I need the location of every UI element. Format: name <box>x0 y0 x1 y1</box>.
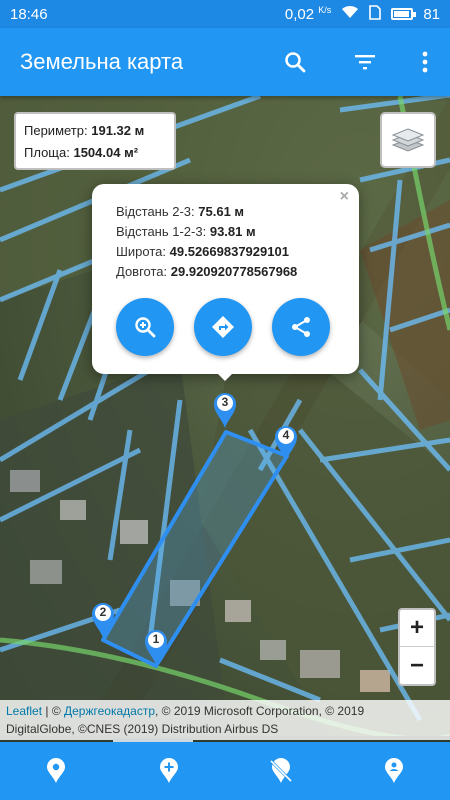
share-icon <box>292 317 310 337</box>
nav-location-off[interactable] <box>225 742 338 800</box>
battery-level: 81 <box>423 5 440 23</box>
vertex-popup: × Відстань 2-3: 75.61 м Відстань 1-2-3: … <box>92 184 359 374</box>
zoom-to-point-button[interactable] <box>116 298 174 356</box>
vertex-marker-4[interactable]: 4 <box>274 424 298 462</box>
app-bar: Земельна карта <box>0 28 450 96</box>
longitude: Довгота: 29.920920778567968 <box>116 264 298 279</box>
battery-icon <box>391 8 417 20</box>
leaflet-link[interactable]: Leaflet <box>6 704 42 718</box>
vertex-marker-3[interactable]: 3 <box>213 391 237 429</box>
share-button[interactable] <box>272 298 330 356</box>
zoom-in-button[interactable]: + <box>400 610 434 647</box>
status-bar: 18:46 0,02 K/s 81 <box>0 0 450 28</box>
more-vert-icon <box>422 51 428 73</box>
bottom-navigation <box>0 742 450 800</box>
provider-link[interactable]: Держгеокадастр <box>64 704 155 718</box>
layers-icon <box>391 128 425 152</box>
zoom-in-icon <box>135 317 156 338</box>
perimeter-row: Периметр: 191.32 м <box>24 123 145 138</box>
place-icon <box>47 758 66 783</box>
wifi-icon <box>341 5 359 23</box>
zoom-control: + − <box>398 608 436 686</box>
map-attribution: Leaflet | © Держгеокадастр, © 2019 Micro… <box>0 700 450 740</box>
filter-icon <box>355 55 375 70</box>
popup-tip <box>215 371 235 381</box>
add-location-icon <box>159 758 178 783</box>
vertex-marker-1[interactable]: 1 <box>144 628 168 666</box>
zoom-out-button[interactable]: − <box>400 647 434 684</box>
location-off-icon <box>270 758 293 783</box>
search-button[interactable] <box>260 28 330 96</box>
vertex-marker-2[interactable]: 2 <box>91 601 115 639</box>
nav-place[interactable] <box>0 742 113 800</box>
sim-icon <box>369 4 382 24</box>
filter-button[interactable] <box>330 28 400 96</box>
person-pin-icon <box>384 758 403 783</box>
more-options-button[interactable] <box>400 28 450 96</box>
nav-add-location[interactable] <box>113 742 226 800</box>
directions-icon <box>212 316 234 338</box>
network-speed: 0,02 K/s <box>284 5 332 23</box>
layers-button[interactable] <box>380 112 436 168</box>
area-row: Площа: 1504.04 м² <box>24 145 139 160</box>
distance-2-3: Відстань 2-3: 75.61 м <box>116 204 245 219</box>
latitude: Широта: 49.52669837929101 <box>116 244 289 259</box>
nav-person-pin[interactable] <box>338 742 450 800</box>
measurement-box: Периметр: 191.32 м Площа: 1504.04 м² <box>14 112 176 170</box>
status-time: 18:46 <box>10 5 48 23</box>
popup-close-button[interactable]: × <box>340 188 349 206</box>
distance-1-2-3: Відстань 1-2-3: 93.81 м <box>116 224 256 239</box>
directions-button[interactable] <box>194 298 252 356</box>
search-icon <box>285 52 306 73</box>
app-title: Земельна карта <box>20 49 184 74</box>
